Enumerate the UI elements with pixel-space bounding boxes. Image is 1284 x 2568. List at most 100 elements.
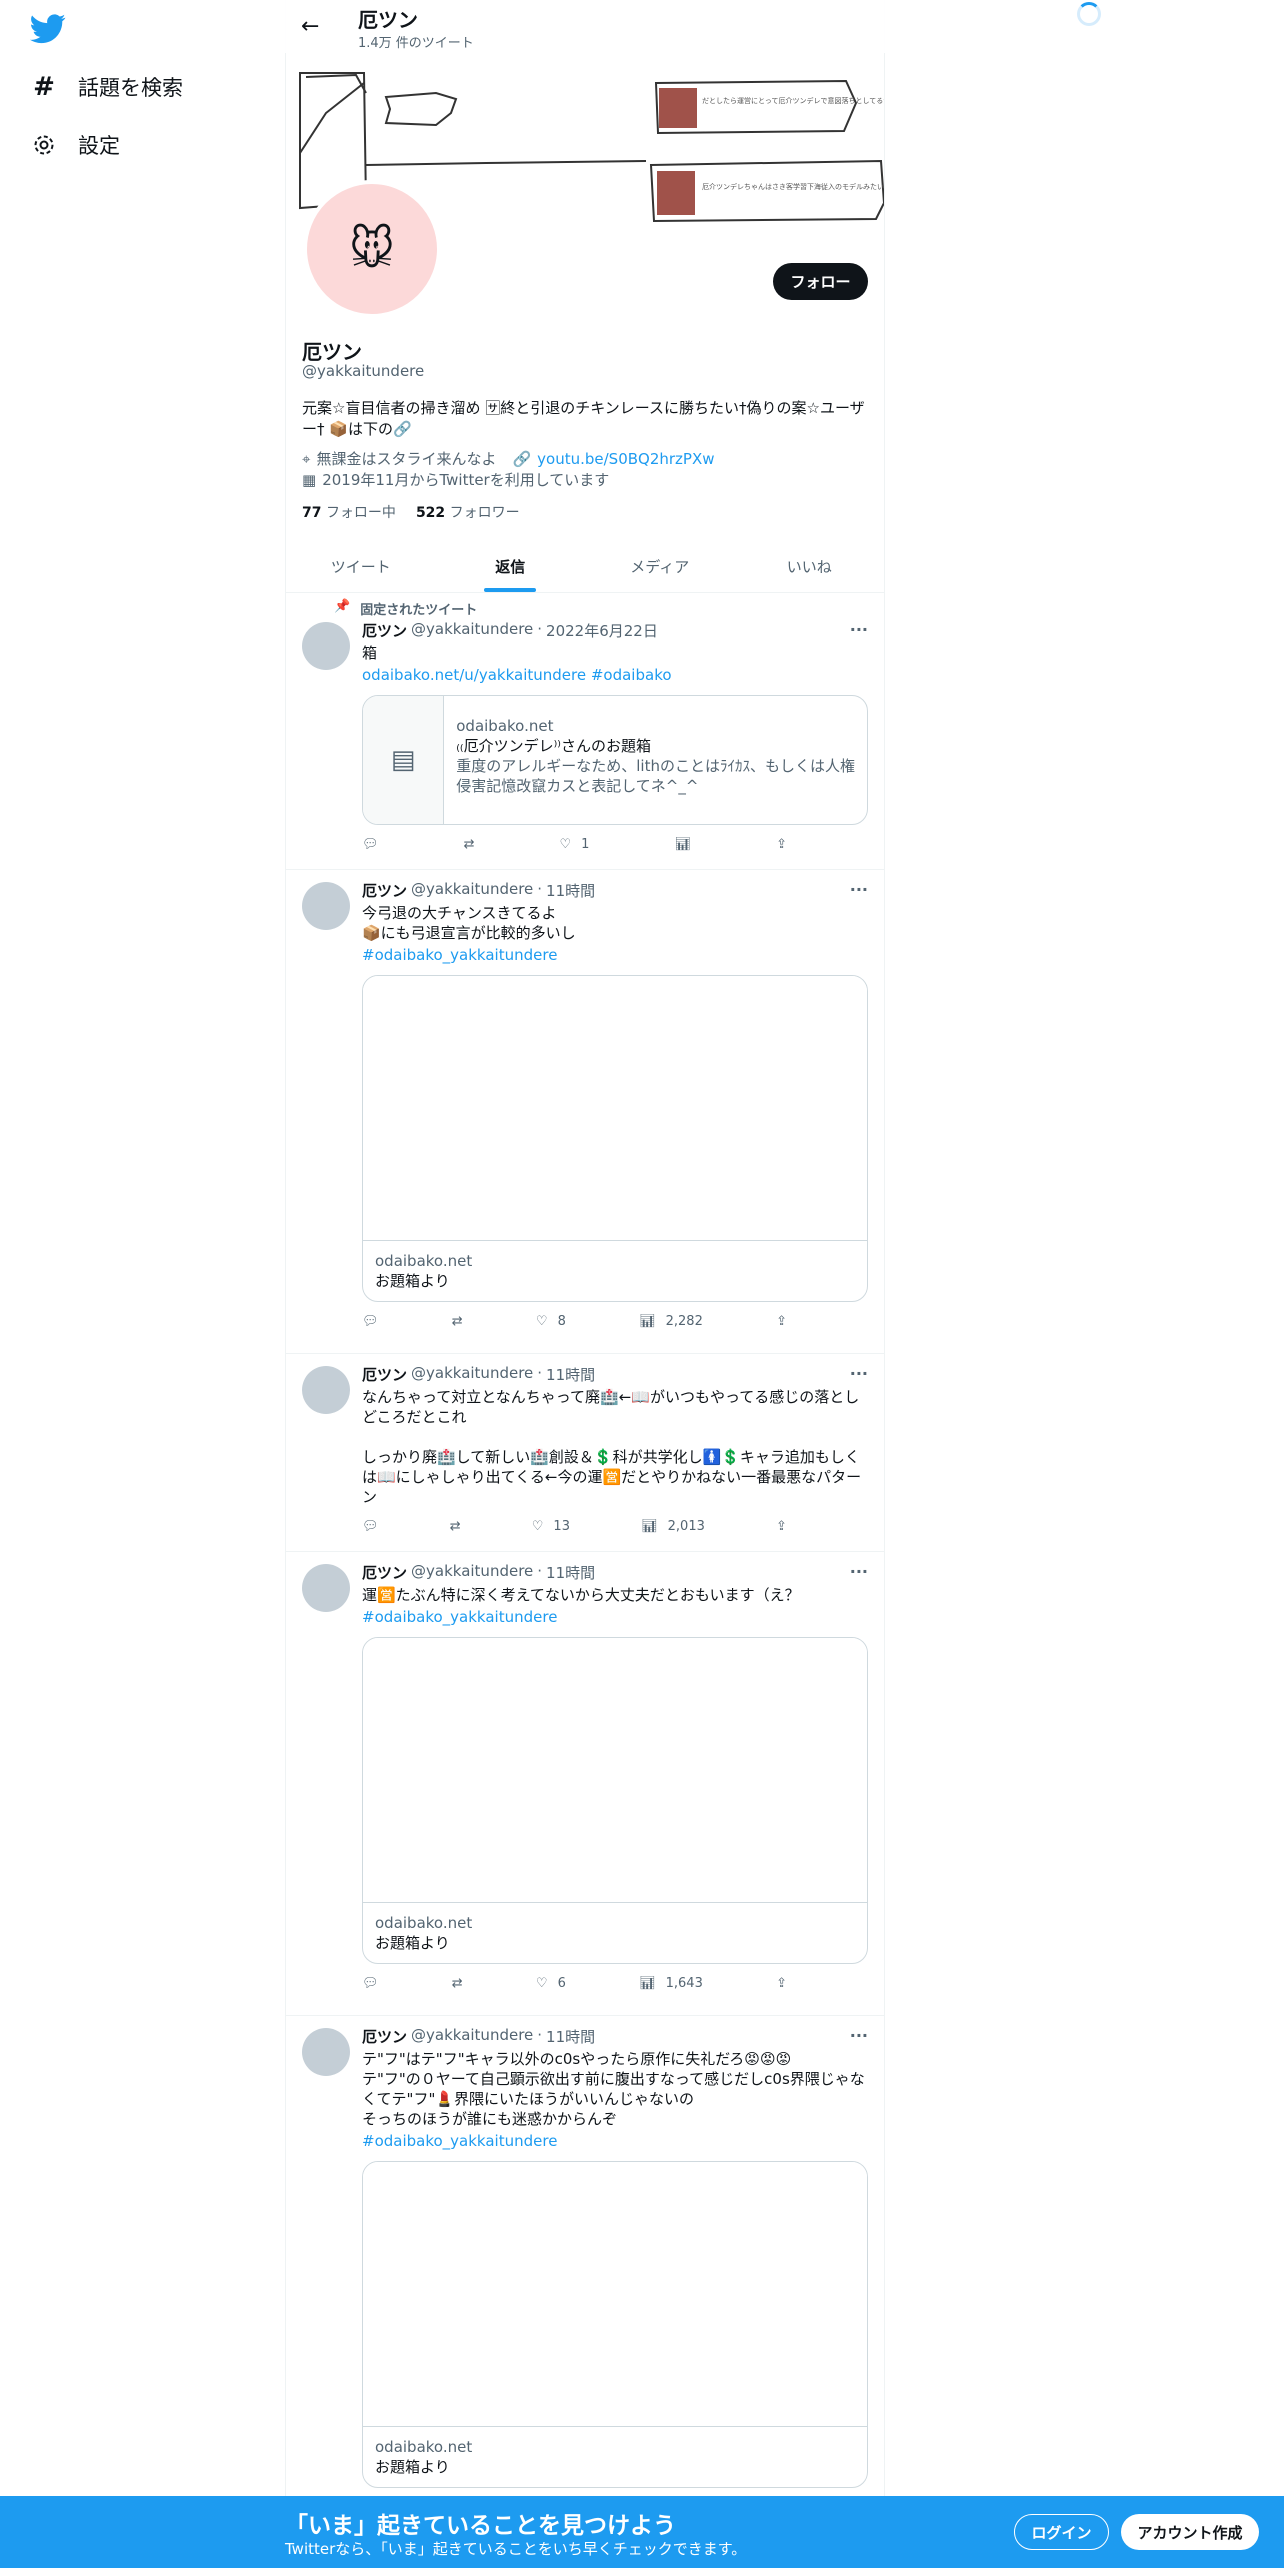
tab-tweets[interactable]: ツイート xyxy=(286,540,436,592)
avatar[interactable] xyxy=(302,622,350,670)
tweet-item[interactable]: ··· 厄ツン @yakkaitundere · 11時間 テ"フ"はテ"フ"キャラ以… xyxy=(286,2016,884,2496)
share-icon[interactable]: ⇪ xyxy=(776,1976,787,1991)
profile-handle: @yakkaitundere xyxy=(302,362,425,380)
login-button[interactable]: ログイン xyxy=(1014,2514,1109,2550)
tweet-item[interactable]: 📌 固定されたツイート ··· 厄ツン @yakkaitundere · 2022年6… xyxy=(286,594,884,870)
back-arrow-icon[interactable]: ← xyxy=(301,14,319,39)
profile-link[interactable]: youtu.be/S0BQ2hrzPXw xyxy=(537,450,714,468)
tweet-author[interactable]: 厄ツン xyxy=(362,2026,407,2047)
avatar[interactable] xyxy=(302,1366,350,1414)
tweet-time[interactable]: 11時間 xyxy=(546,880,595,901)
tweet-hashtag[interactable]: #odaibako_yakkaitundere xyxy=(362,2131,868,2151)
avatar[interactable] xyxy=(302,2028,350,2076)
tweet-text: テ"フ"はテ"フ"キャラ以外のc0sやったら原作に失礼だろ😡😡😡 テ"フ"の０ヤ… xyxy=(362,2050,865,2128)
joined-text: 2019年11月からTwitterを利用しています xyxy=(322,471,610,489)
reply-icon[interactable]: 💬︎ xyxy=(362,837,379,852)
reply-icon[interactable]: 💬︎ xyxy=(362,1976,379,1991)
tweet-link[interactable]: odaibako.net/u/yakkaitundere #odaibako xyxy=(362,665,868,685)
tweet-item[interactable]: ··· 厄ツン @yakkaitundere · 11時間 今弓退の大チャンスきてるよ… xyxy=(286,870,884,1354)
tweet-time[interactable]: 11時間 xyxy=(546,2026,595,2047)
sidebar-item-label: 話題を検索 xyxy=(78,76,183,100)
sidebar-item-settings[interactable]: 設定 xyxy=(30,130,120,160)
twitter-logo-icon[interactable] xyxy=(30,14,66,44)
views-icon: 📊︎ xyxy=(641,1519,658,1534)
retweet-icon[interactable]: ⇄ xyxy=(464,837,475,852)
tweet-item[interactable]: ··· 厄ツン @yakkaitundere · 11時間 運🈺たぶん特に深く考えてな… xyxy=(286,1552,884,2016)
location-pin-icon: ⌖ xyxy=(302,449,311,468)
views-button[interactable]: 📊︎ 2,013 xyxy=(641,1519,705,1534)
avatar[interactable] xyxy=(302,1564,350,1612)
avatar[interactable]: 🐭 xyxy=(303,180,441,318)
tweet-author[interactable]: 厄ツン xyxy=(362,880,407,901)
pin-icon: 📌 xyxy=(334,599,351,614)
following-label: フォロー中 xyxy=(325,505,396,521)
retweet-icon[interactable]: ⇄ xyxy=(452,1976,463,1991)
card-title: お題箱より xyxy=(375,1272,450,1290)
link-card[interactable]: odaibako.net お題箱より xyxy=(362,2161,868,2488)
heart-icon: ♡ xyxy=(531,1519,544,1534)
banner-text-2: 厄介ツンデレちゃんはさき客学習下海従入のモデルみたいな場合がなんだろうね xyxy=(702,182,884,191)
retweet-icon[interactable]: ⇄ xyxy=(450,1519,461,1534)
tweet-time[interactable]: 11時間 xyxy=(546,1364,595,1385)
card-domain: odaibako.net xyxy=(456,717,554,735)
bottom-bar-subtitle: Twitterなら、「いま」起きていることをいち早くチェックできます。 xyxy=(285,2540,747,2558)
card-description: 重度のアレルギーなため、lithのことはﾗｲｶｽ、もしくは人権侵害記憶改竄カスと… xyxy=(456,757,855,795)
card-image xyxy=(363,1638,867,1903)
profile-location: ⌖ 無課金はスタライ来んなよ 🔗 youtu.be/S0BQ2hrzPXw xyxy=(302,448,715,469)
tweet-time[interactable]: 11時間 xyxy=(546,1562,595,1583)
tab-replies[interactable]: 返信 xyxy=(436,540,586,592)
tweet-text: なんちゃって対立となんちゃって廃🏥←📖がいつもやってる感じの落としどころだとこれ… xyxy=(362,1388,862,1506)
reply-icon[interactable]: 💬︎ xyxy=(362,1519,379,1534)
sidebar-item-explore[interactable]: # 話題を検索 xyxy=(30,72,183,102)
tweet-item[interactable]: ··· 厄ツン @yakkaitundere · 11時間 なんちゃって対立となんちゃ… xyxy=(286,1354,884,1552)
tweet-handle[interactable]: @yakkaitundere xyxy=(411,2026,533,2047)
heart-icon: ♡ xyxy=(559,837,572,852)
share-icon[interactable]: ⇪ xyxy=(776,837,787,852)
tweet-handle[interactable]: @yakkaitundere xyxy=(411,880,533,901)
tweet-hashtag[interactable]: #odaibako_yakkaitundere xyxy=(362,1607,868,1627)
tweet-handle[interactable]: @yakkaitundere xyxy=(411,620,533,641)
card-domain: odaibako.net xyxy=(375,1914,473,1932)
like-button[interactable]: ♡ 13 xyxy=(532,1519,570,1534)
views-button[interactable]: 📊︎ 1,643 xyxy=(639,1976,703,1991)
tab-likes[interactable]: いいね xyxy=(735,540,885,592)
link-icon: 🔗 xyxy=(512,449,532,468)
like-button[interactable]: ♡ 6 xyxy=(536,1976,566,1991)
followers-link[interactable]: 522 フォロワー xyxy=(416,502,520,522)
share-icon[interactable]: ⇪ xyxy=(776,1314,787,1329)
article-icon: ▤ xyxy=(363,696,445,824)
like-count: 6 xyxy=(557,1976,566,1991)
header-name: 厄ツン xyxy=(358,8,418,32)
tweet-hashtag[interactable]: #odaibako_yakkaitundere xyxy=(362,945,868,965)
tweet-author[interactable]: 厄ツン xyxy=(362,1562,407,1583)
tweet-text: 箱 xyxy=(362,644,378,662)
link-card[interactable]: odaibako.net お題箱より xyxy=(362,1637,868,1964)
views-button[interactable]: 📊︎ 2,282 xyxy=(639,1314,703,1329)
location-text: 無課金はスタライ来んなよ xyxy=(316,450,497,468)
hashtag-icon: # xyxy=(33,72,55,102)
tab-media[interactable]: メディア xyxy=(585,540,735,592)
header-tweet-count: 1.4万 件のツイート xyxy=(358,36,474,51)
link-card[interactable]: odaibako.net お題箱より xyxy=(362,975,868,1302)
tweet-author[interactable]: 厄ツン xyxy=(362,620,407,641)
tweet-handle[interactable]: @yakkaitundere xyxy=(411,1562,533,1583)
retweet-icon[interactable]: ⇄ xyxy=(452,1314,463,1329)
share-icon[interactable]: ⇪ xyxy=(776,1519,787,1534)
like-button[interactable]: ♡ 1 xyxy=(560,837,590,852)
avatar[interactable] xyxy=(302,882,350,930)
card-domain: odaibako.net xyxy=(375,2438,473,2456)
card-title: ₍₍厄介ツンデレ⁾⁾さんのお題箱 xyxy=(456,737,651,755)
like-button[interactable]: ♡ 8 xyxy=(536,1314,566,1329)
view-count: 2,013 xyxy=(667,1519,705,1534)
link-card[interactable]: ▤ odaibako.net ₍₍厄介ツンデレ⁾⁾さんのお題箱 重度のアレルギー… xyxy=(362,695,868,825)
tweet-author[interactable]: 厄ツン xyxy=(362,1364,407,1385)
following-link[interactable]: 77 フォロー中 xyxy=(302,502,396,522)
follow-button[interactable]: フォロー xyxy=(773,263,868,300)
signup-button[interactable]: アカウント作成 xyxy=(1121,2514,1259,2550)
bottom-bar-title: 「いま」起きていることを見つけよう xyxy=(285,2513,676,2539)
reply-icon[interactable]: 💬︎ xyxy=(362,1314,379,1329)
tweet-text: 今弓退の大チャンスきてるよ 📦にも弓退宣言が比較的多いし xyxy=(362,904,576,942)
tweet-handle[interactable]: @yakkaitundere xyxy=(411,1364,533,1385)
tweet-time[interactable]: 2022年6月22日 xyxy=(546,620,658,641)
views-icon[interactable]: 📊︎ xyxy=(675,837,692,852)
